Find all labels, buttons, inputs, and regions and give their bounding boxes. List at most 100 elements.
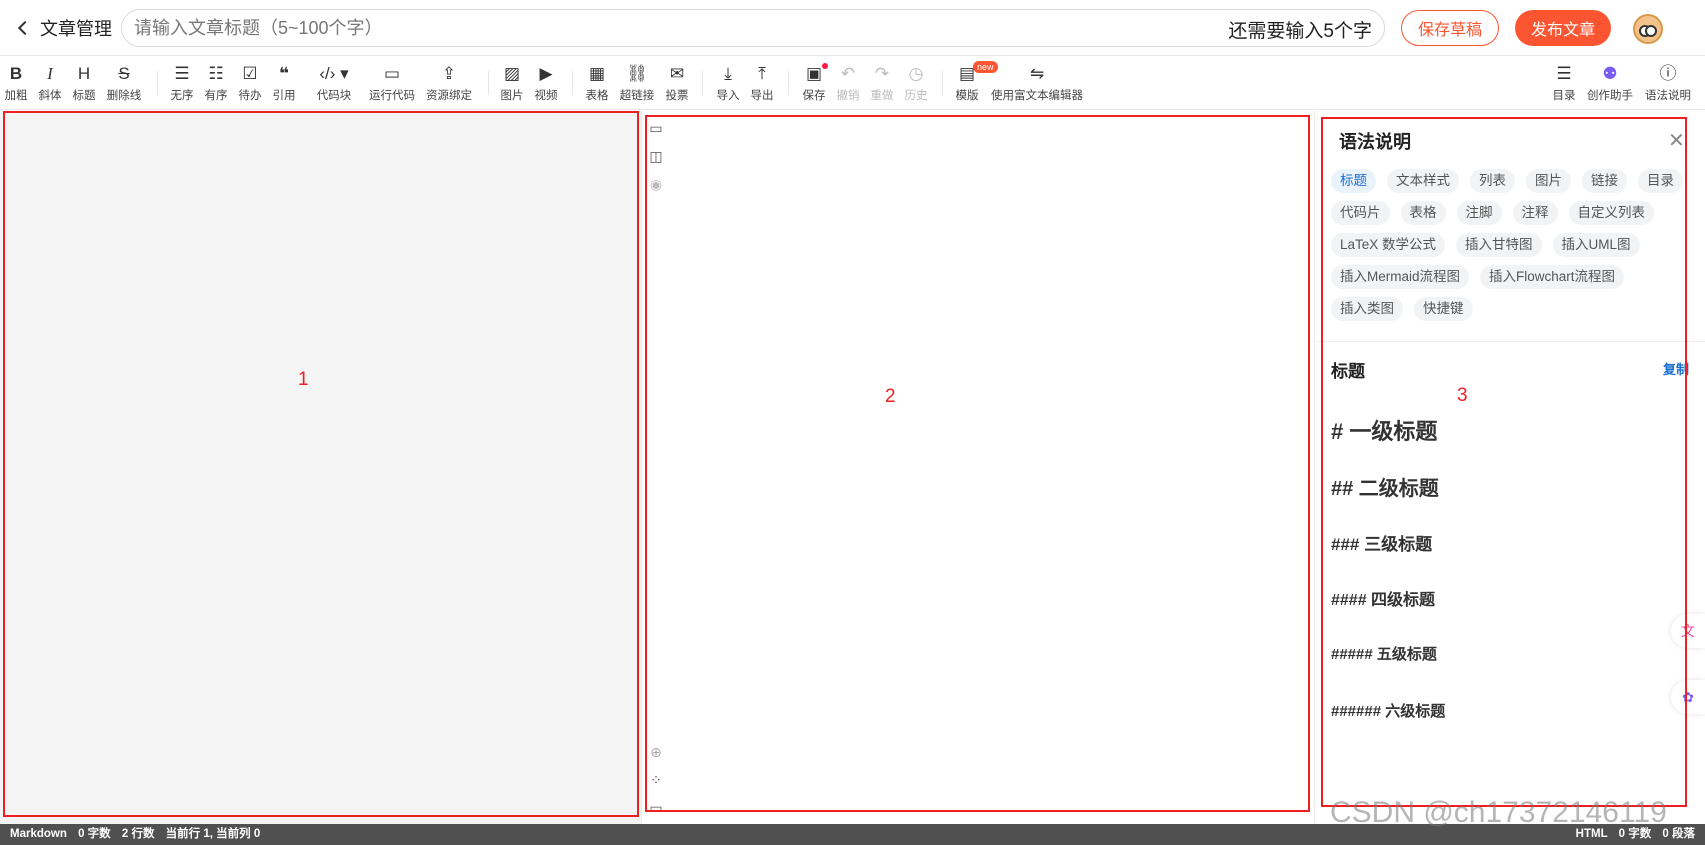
bold-button[interactable]: B 加粗: [4, 63, 28, 105]
image-icon: ▨: [503, 64, 521, 83]
toc-button[interactable]: ☰ 目录: [1552, 63, 1576, 105]
heading-example-h2: ## 二级标题: [1331, 478, 1439, 500]
crosshair-sync-icon[interactable]: ⊕: [650, 744, 662, 772]
toolbar-divider: [942, 71, 943, 95]
syntax-topic-chip[interactable]: 插入甘特图: [1456, 233, 1542, 257]
run-code-button[interactable]: ▭ 运行代码: [368, 63, 416, 105]
syntax-topic-chip[interactable]: 图片: [1526, 169, 1571, 193]
back-to-article-management[interactable]: 文章管理: [17, 16, 112, 40]
video-icon: ▶: [539, 64, 553, 83]
italic-icon: I: [47, 64, 53, 83]
editor-mode: Markdown: [10, 828, 67, 840]
syntax-topic-chip[interactable]: 插入Flowchart流程图: [1480, 265, 1625, 289]
resource-binding-button[interactable]: ⇪ 资源绑定: [425, 63, 473, 105]
syntax-panel-title: 语法说明: [1339, 132, 1411, 152]
strikethrough-button[interactable]: S 删除线: [106, 63, 142, 105]
hyperlink-button[interactable]: ⛓ 超链接: [619, 63, 655, 105]
translate-float-icon[interactable]: 文: [1671, 614, 1705, 648]
syntax-topic-chip[interactable]: 插入UML图: [1552, 233, 1640, 257]
redo-button[interactable]: ↷ 重做: [870, 63, 894, 105]
save-button[interactable]: ▣ 保存: [802, 63, 828, 105]
swap-arrows-icon: ⇋: [1029, 64, 1045, 83]
unsaved-indicator-dot: [822, 63, 828, 69]
upload-folder-icon: ⇪: [441, 64, 457, 83]
syntax-topic-chip[interactable]: 标题: [1331, 169, 1376, 193]
heading-example-h5: ##### 五级标题: [1331, 646, 1437, 663]
layout-split-icon[interactable]: ◫: [649, 148, 662, 176]
preview-bottom-icons: ⊕ ⁘ ▭: [647, 744, 665, 824]
toolbar-divider: [702, 71, 703, 95]
syntax-topic-chip[interactable]: 插入类图: [1331, 297, 1403, 321]
history-button[interactable]: ◷ 历史: [904, 63, 928, 105]
preview-pane: [641, 111, 1314, 824]
syntax-topic-chip[interactable]: LaTeX 数学公式: [1331, 233, 1446, 257]
syntax-topic-chip[interactable]: 自定义列表: [1568, 201, 1654, 225]
checklist-icon: ☑: [242, 64, 258, 83]
syntax-topic-chip[interactable]: 快捷键: [1414, 297, 1473, 321]
heading-example-h3: ### 三级标题: [1331, 535, 1433, 554]
table-button[interactable]: ▦ 表格: [585, 63, 609, 105]
template-button[interactable]: ▤ new 模版: [955, 61, 998, 105]
undo-icon: ↶: [840, 64, 856, 83]
syntax-topic-chip[interactable]: 列表: [1470, 169, 1515, 193]
link-icon: ⛓: [626, 64, 648, 83]
syntax-topic-chip[interactable]: 文本样式: [1387, 169, 1459, 193]
editor-toolbar: B 加粗 I 斜体 H 标题 S 删除线 ☰ 无序 ☷ 有序 ☑ 待办 ❝ 引用…: [0, 57, 1705, 110]
char-count: 0 字数: [78, 828, 111, 840]
syntax-topic-chip[interactable]: 注释: [1512, 201, 1558, 225]
floppy-disk-icon: ▣: [805, 64, 823, 83]
back-label: 文章管理: [40, 19, 112, 39]
ordered-list-button[interactable]: ☷ 有序: [204, 63, 228, 105]
unordered-list-button[interactable]: ☰ 无序: [170, 63, 194, 105]
export-button[interactable]: ⤒ 导出: [750, 63, 774, 105]
syntax-topic-chip[interactable]: 代码片: [1331, 201, 1390, 225]
toolbar-divider: [157, 71, 158, 95]
syntax-topic-chip[interactable]: 链接: [1582, 169, 1627, 193]
heading-example-h1: # 一级标题: [1331, 419, 1438, 444]
code-block-button[interactable]: ‹/› ▾ 代码块: [314, 63, 354, 105]
image-button[interactable]: ▨ 图片: [500, 63, 524, 105]
publish-article-button[interactable]: 发布文章: [1515, 10, 1611, 46]
layout-single-icon[interactable]: ▭: [649, 120, 662, 148]
paragraph-count: 0 段落: [1662, 828, 1695, 840]
annotation-label-3: 3: [1457, 385, 1468, 406]
vote-button[interactable]: ✉ 投票: [665, 63, 689, 105]
article-title-input[interactable]: [134, 10, 1214, 46]
chevron-left-icon: [17, 20, 33, 36]
title-char-counter: 还需要输入5个字: [1228, 21, 1372, 42]
syntax-help-button[interactable]: ⓘ 语法说明: [1644, 63, 1692, 105]
todo-list-button[interactable]: ☑ 待办: [238, 63, 262, 105]
user-avatar[interactable]: [1633, 14, 1663, 44]
heading-example-h6: ###### 六级标题: [1331, 703, 1446, 720]
syntax-topic-chips: 标题 文本样式 列表 图片 链接 目录 代码片 表格 注脚 注释 自定义列表 LaTeX 数学公式 插入…: [1331, 169, 1686, 321]
import-button[interactable]: ⤓ 导入: [716, 63, 740, 105]
scroll-sync-icon[interactable]: ⁘: [650, 772, 662, 800]
switch-richtext-editor-button[interactable]: ⇋ 使用富文本编辑器: [989, 63, 1085, 105]
annotation-label-1: 1: [298, 369, 309, 390]
toc-list-icon: ☰: [1556, 64, 1572, 83]
run-code-icon: ▭: [383, 64, 401, 83]
annotation-label-2: 2: [885, 386, 896, 407]
eye-preview-icon[interactable]: ◉: [650, 176, 662, 204]
csdn-watermark: CSDN @ch17372146119: [1330, 796, 1667, 829]
top-header: 文章管理 还需要输入5个字 保存草稿 发布文章: [0, 0, 1705, 56]
history-clock-icon: ◷: [908, 64, 924, 83]
video-button[interactable]: ▶ 视频: [534, 63, 558, 105]
heading-button[interactable]: H 标题: [72, 63, 96, 105]
close-icon[interactable]: ✕: [1668, 128, 1685, 153]
ai-brain-float-icon[interactable]: ✿: [1671, 680, 1705, 714]
italic-button[interactable]: I 斜体: [38, 63, 62, 105]
copy-button[interactable]: 复制: [1663, 359, 1689, 378]
syntax-topic-chip[interactable]: 表格: [1400, 201, 1446, 225]
syntax-topic-chip[interactable]: 注脚: [1456, 201, 1502, 225]
writing-assistant-button[interactable]: ⚉ 创作助手: [1586, 63, 1634, 105]
markdown-editor-pane[interactable]: [0, 111, 641, 824]
save-draft-button[interactable]: 保存草稿: [1401, 10, 1499, 46]
syntax-topic-chip[interactable]: 目录: [1638, 169, 1683, 193]
undo-button[interactable]: ↶ 撤销: [836, 63, 860, 105]
download-icon: ⤓: [724, 64, 732, 83]
collapse-panel-icon[interactable]: ▭: [649, 800, 662, 824]
quote-button[interactable]: ❝ 引用: [272, 63, 296, 105]
syntax-topic-chip[interactable]: 插入Mermaid流程图: [1331, 265, 1470, 289]
cursor-position: 当前行 1, 当前列 0: [165, 828, 261, 840]
